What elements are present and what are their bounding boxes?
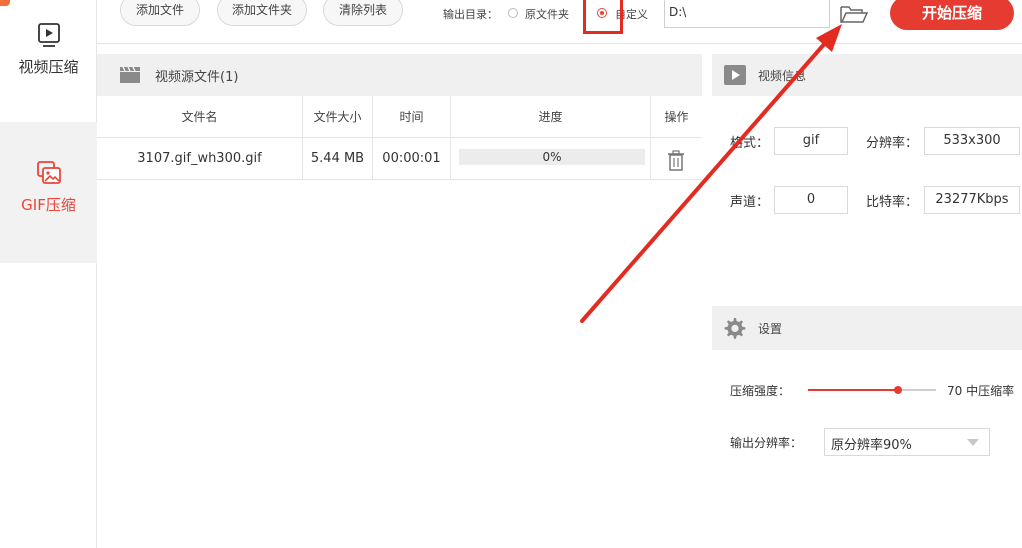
channels-label: 声道： (730, 195, 770, 210)
settings-header: 设置 (712, 306, 1022, 350)
resolution-field: 533x300 (924, 127, 1020, 155)
gear-icon (722, 316, 746, 340)
browse-folder-button[interactable] (838, 2, 870, 26)
clapperboard-icon (119, 66, 141, 84)
output-resolution-label: 输出分辨率： (730, 436, 803, 450)
trash-icon[interactable] (667, 148, 685, 171)
chevron-down-icon (967, 439, 979, 446)
format-field: gif (774, 127, 848, 155)
add-folder-button[interactable]: 添加文件夹 (217, 0, 307, 26)
format-label: 格式： (730, 136, 770, 151)
compress-strength-slider[interactable] (808, 386, 936, 394)
app-logo-fragment (0, 0, 10, 6)
column-header-size: 文件大小 (303, 96, 373, 138)
video-info-header: 视频信息 (712, 54, 1022, 96)
column-header-actions: 操作 (664, 110, 689, 124)
clear-list-button[interactable]: 清除列表 (323, 0, 403, 26)
annotation-highlight-box (583, 0, 623, 34)
sidebar: 视频压缩 GIF压缩 (0, 0, 97, 548)
column-header-progress: 进度 (451, 96, 651, 138)
start-compress-button[interactable]: 开始压缩 (890, 0, 1014, 30)
file-time-cell: 00:00:01 (373, 138, 451, 180)
file-name-cell: 3107.gif_wh300.gif (97, 138, 303, 180)
column-header-time: 时间 (373, 96, 451, 138)
file-size-cell: 5.44 MB (303, 138, 373, 180)
output-path-input[interactable]: D:\ (664, 0, 830, 28)
column-header-filename: 文件名 (97, 96, 303, 138)
table-row[interactable]: 3107.gif_wh300.gif 5.44 MB 00:00:01 0% (97, 138, 702, 180)
bitrate-field: 23277Kbps (924, 186, 1020, 214)
sidebar-item-label: 视频压缩 (18, 58, 79, 76)
video-play-icon (36, 22, 62, 48)
output-resolution-value: 原分辨率90% (831, 438, 912, 453)
radio-original-folder-label[interactable]: 原文件夹 (525, 6, 569, 22)
radio-original-folder[interactable] (508, 8, 518, 18)
table-header-row: 文件名 文件大小 时间 进度 操作 (97, 96, 702, 138)
bitrate-label: 比特率： (866, 195, 919, 210)
slider-fill (808, 389, 898, 391)
sidebar-item-label: GIF压缩 (21, 196, 76, 214)
sidebar-item-gif-compress[interactable]: GIF压缩 (0, 122, 97, 263)
progress-cell: 0% (451, 138, 651, 180)
add-file-button[interactable]: 添加文件 (120, 0, 200, 26)
compress-strength-label: 压缩强度： (730, 384, 791, 398)
resolution-label: 分辨率： (866, 136, 919, 151)
output-dir-label: 输出目录： (443, 8, 498, 21)
actions-cell (651, 138, 702, 180)
channels-field: 0 (774, 186, 848, 214)
video-info-title: 视频信息 (758, 69, 807, 83)
slider-thumb[interactable] (894, 386, 902, 394)
output-resolution-select[interactable]: 原分辨率90% (824, 428, 990, 456)
file-list-title: 视频源文件(1) (155, 70, 239, 85)
settings-title: 设置 (758, 322, 783, 336)
gif-image-icon (36, 160, 62, 186)
file-list-header: 视频源文件(1) (97, 54, 702, 96)
folder-open-icon (840, 6, 869, 23)
sidebar-item-video-compress[interactable]: 视频压缩 (0, 18, 97, 118)
progress-text: 0% (542, 150, 562, 164)
video-icon (724, 65, 746, 85)
progress-bar: 0% (459, 149, 645, 165)
compress-strength-value: 70 中压缩率 (947, 384, 1015, 398)
top-toolbar: 添加文件 添加文件夹 清除列表 输出目录： 原文件夹 自定义 D:\ 开始压缩 (97, 0, 1022, 44)
